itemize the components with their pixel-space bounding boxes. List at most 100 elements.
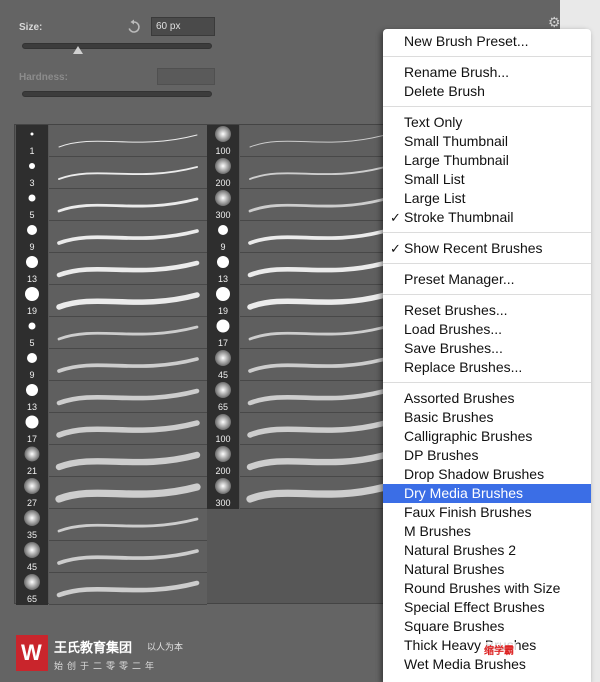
menu-item-basic-brushes[interactable]: Basic Brushes [383, 408, 591, 427]
col1-brush-tip[interactable]: 13 [16, 381, 48, 413]
col2-brush-tip[interactable]: 300 [207, 477, 239, 509]
menu-item-rename-brush[interactable]: Rename Brush... [383, 63, 591, 82]
col2-brush-tip[interactable]: 300 [207, 189, 239, 221]
col2-brush-stroke[interactable] [240, 445, 395, 477]
menu-item-stroke-thumbnail[interactable]: ✓ Stroke Thumbnail [383, 208, 591, 227]
col1-brush-stroke[interactable] [49, 541, 207, 573]
checkmark-icon: ✓ [390, 241, 401, 256]
col1-brush-tip[interactable]: 27 [16, 477, 48, 509]
menu-item-show-recent-brushes[interactable]: ✓ Show Recent Brushes [383, 239, 591, 258]
size-input[interactable]: 60 px [151, 17, 215, 36]
col1-brush-stroke[interactable] [49, 125, 207, 157]
brush-tip-dot [215, 446, 231, 462]
brush-tip-dot [29, 163, 35, 169]
menu-item-dp-brushes[interactable]: DP Brushes [383, 446, 591, 465]
col2-brush-tip[interactable]: 45 [207, 349, 239, 381]
col1-brush-tip[interactable]: 21 [16, 445, 48, 477]
col2-brush-tip[interactable]: 200 [207, 157, 239, 189]
col2-brush-tip[interactable]: 200 [207, 445, 239, 477]
menu-item-large-list[interactable]: Large List [383, 189, 591, 208]
col1-brush-tip[interactable]: 9 [16, 349, 48, 381]
brush-size-label: 100 [215, 146, 231, 156]
col2-brush-stroke[interactable] [240, 381, 395, 413]
menu-item-wet-media-brushes[interactable]: Wet Media Brushes [383, 655, 591, 674]
col1-brush-stroke[interactable] [49, 253, 207, 285]
col2-brush-tip[interactable]: 65 [207, 381, 239, 413]
col1-brush-tip[interactable]: 9 [16, 221, 48, 253]
menu-item-new-brush-preset[interactable]: New Brush Preset... [383, 32, 591, 51]
col2-brush-stroke[interactable] [240, 317, 395, 349]
menu-item-dry-media-brushes[interactable]: Dry Media Brushes [383, 484, 591, 503]
menu-item-load-brushes[interactable]: Load Brushes... [383, 320, 591, 339]
col1-brush-stroke[interactable] [49, 349, 207, 381]
menu-item-m-brushes[interactable]: M Brushes [383, 522, 591, 541]
brush-tip-dot [215, 478, 231, 494]
brush-size-label: 1 [29, 146, 35, 156]
menu-item-replace-brushes[interactable]: Replace Brushes... [383, 358, 591, 377]
col1-brush-tip[interactable]: 13 [16, 253, 48, 285]
menu-item-label: M Brushes [404, 523, 471, 539]
brush-size-label: 35 [26, 530, 37, 540]
menu-item-faux-finish-brushes[interactable]: Faux Finish Brushes [383, 503, 591, 522]
brush-size-label: 100 [215, 434, 231, 444]
size-slider[interactable] [22, 43, 212, 49]
menu-item-save-brushes[interactable]: Save Brushes... [383, 339, 591, 358]
brush-size-label: 200 [215, 178, 231, 188]
menu-item-assorted-brushes[interactable]: Assorted Brushes [383, 389, 591, 408]
col1-brush-tip[interactable]: 3 [16, 157, 48, 189]
col2-brush-tip[interactable]: 9 [207, 221, 239, 253]
size-slider-thumb[interactable] [73, 46, 83, 54]
col2-brush-tip[interactable]: 13 [207, 253, 239, 285]
col1-brush-stroke[interactable] [49, 509, 207, 541]
col1-brush-stroke[interactable] [49, 157, 207, 189]
col2-brush-stroke[interactable] [240, 221, 395, 253]
col2-brush-stroke[interactable] [240, 477, 395, 509]
col1-brush-tip[interactable]: 65 [16, 573, 48, 605]
col1-brush-stroke[interactable] [49, 477, 207, 509]
col2-brush-tip[interactable]: 100 [207, 413, 239, 445]
menu-item-natural-brushes-2[interactable]: Natural Brushes 2 [383, 541, 591, 560]
col2-brush-stroke[interactable] [240, 349, 395, 381]
col1-brush-stroke[interactable] [49, 317, 207, 349]
menu-item-small-thumbnail[interactable]: Small Thumbnail [383, 132, 591, 151]
col1-brush-tip[interactable]: 19 [16, 285, 48, 317]
col1-brush-stroke[interactable] [49, 221, 207, 253]
col2-brush-stroke[interactable] [240, 253, 395, 285]
col1-brush-stroke[interactable] [49, 381, 207, 413]
col2-brush-stroke[interactable] [240, 413, 395, 445]
menu-item-drop-shadow-brushes[interactable]: Drop Shadow Brushes [383, 465, 591, 484]
col2-brush-stroke[interactable] [240, 189, 395, 221]
menu-item-natural-brushes[interactable]: Natural Brushes [383, 560, 591, 579]
menu-item-small-list[interactable]: Small List [383, 170, 591, 189]
col1-brush-stroke[interactable] [49, 573, 207, 605]
col1-brush-tip[interactable]: 17 [16, 413, 48, 445]
col1-brush-stroke[interactable] [49, 413, 207, 445]
menu-item-label: Preset Manager... [404, 271, 515, 287]
menu-item-text-only[interactable]: Text Only [383, 113, 591, 132]
col1-brush-tip[interactable]: 5 [16, 317, 48, 349]
menu-item-preset-manager[interactable]: Preset Manager... [383, 270, 591, 289]
col1-brush-stroke[interactable] [49, 189, 207, 221]
menu-item-calligraphic-brushes[interactable]: Calligraphic Brushes [383, 427, 591, 446]
col1-brush-tip[interactable]: 1 [16, 125, 48, 157]
brush-grid: 1 3 5 9 13 19 5 9 13 17 21 27 35 45 65 100 200 300 9 13 19 17… [14, 124, 395, 605]
menu-item-reset-brushes[interactable]: Reset Brushes... [383, 301, 591, 320]
col2-brush-tip[interactable]: 19 [207, 285, 239, 317]
col1-brush-tip[interactable]: 35 [16, 509, 48, 541]
menu-item-round-brushes-with-size[interactable]: Round Brushes with Size [383, 579, 591, 598]
col1-brush-tip[interactable]: 45 [16, 541, 48, 573]
col1-brush-tip[interactable]: 5 [16, 189, 48, 221]
menu-item-special-effect-brushes[interactable]: Special Effect Brushes [383, 598, 591, 617]
col2-brush-tip[interactable]: 17 [207, 317, 239, 349]
menu-item-square-brushes[interactable]: Square Brushes [383, 617, 591, 636]
col2-brush-stroke[interactable] [240, 125, 395, 157]
col2-brush-stroke[interactable] [240, 157, 395, 189]
col2-brush-tip[interactable]: 100 [207, 125, 239, 157]
col1-brush-stroke[interactable] [49, 285, 207, 317]
menu-item-large-thumbnail[interactable]: Large Thumbnail [383, 151, 591, 170]
reset-size-icon[interactable] [126, 19, 142, 35]
brush-size-label: 27 [26, 498, 37, 508]
col1-brush-stroke[interactable] [49, 445, 207, 477]
menu-item-delete-brush[interactable]: Delete Brush [383, 82, 591, 101]
col2-brush-stroke[interactable] [240, 285, 395, 317]
